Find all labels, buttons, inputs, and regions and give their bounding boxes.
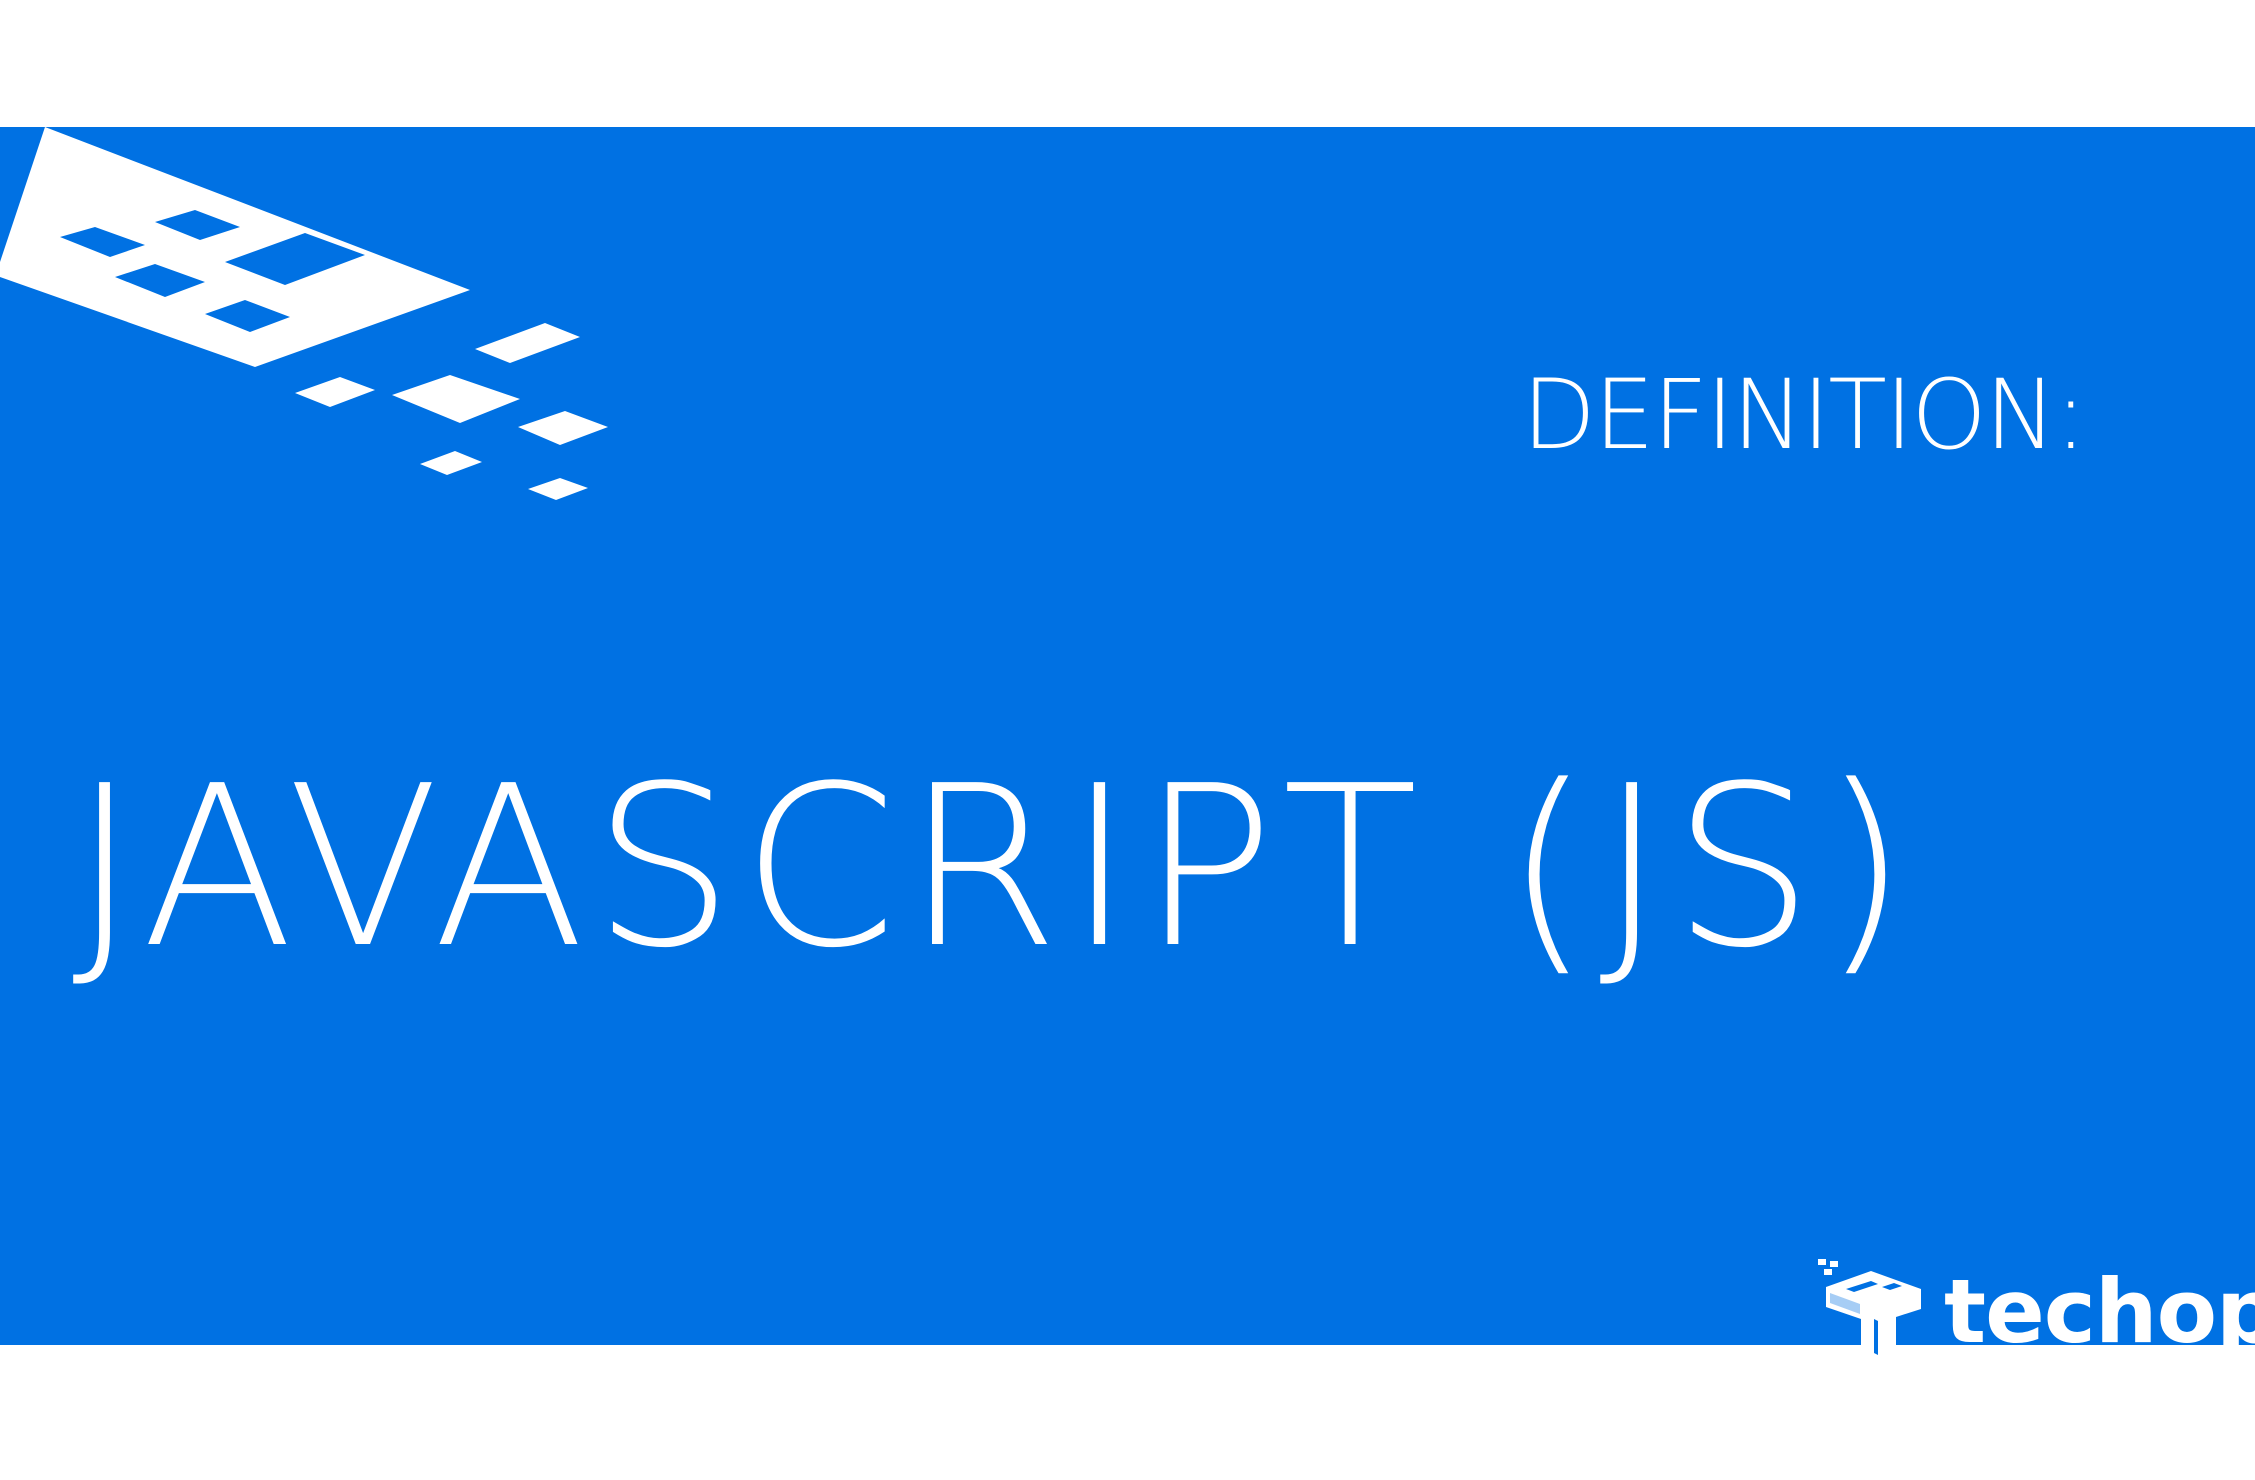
definition-heading: DEFINITION: <box>1522 359 2087 471</box>
techopedia-logo: techope <box>1816 1257 2255 1367</box>
logo-wordmark: techope <box>1944 1260 2255 1363</box>
term-title: JAVASCRIPT (JS) <box>72 739 1917 997</box>
definition-banner: DEFINITION: JAVASCRIPT (JS) techope <box>0 127 2255 1365</box>
isometric-grid-pixels-icon <box>0 127 608 500</box>
techopedia-t-cube-icon <box>1818 1259 1921 1365</box>
